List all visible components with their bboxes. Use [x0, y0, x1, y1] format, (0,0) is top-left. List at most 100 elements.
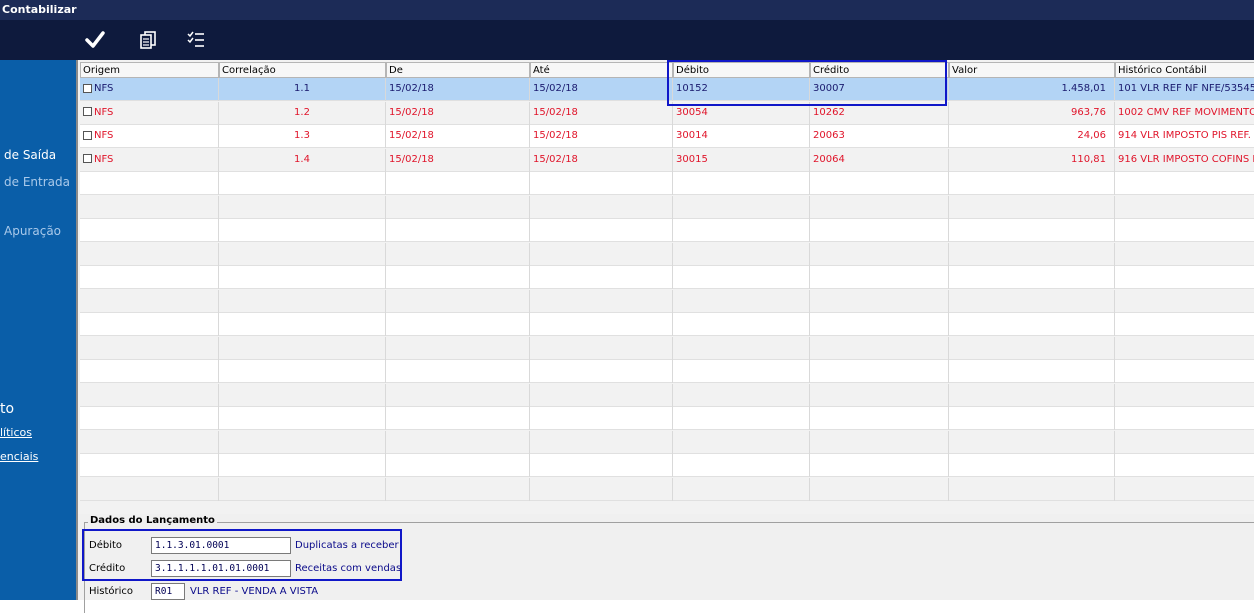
- col-header-correlacao[interactable]: Correlação: [219, 62, 386, 78]
- cell-origem: [80, 313, 219, 336]
- debito-account-input[interactable]: 1.1.3.01.0001: [151, 537, 291, 554]
- copy-button[interactable]: [134, 26, 162, 54]
- cell-historico: [1115, 172, 1254, 195]
- cell-de: 15/02/18: [386, 125, 530, 148]
- cell-de: [386, 477, 530, 501]
- cell-de: [386, 454, 530, 477]
- sidebar: de Saída de Entrada Apuração to líticos …: [0, 60, 76, 600]
- cell-de: [386, 172, 530, 195]
- historico-code-input[interactable]: R01: [151, 583, 185, 600]
- cell-correlacao: [219, 336, 386, 360]
- empty-table-row: [80, 477, 1254, 501]
- cell-origem: [80, 219, 219, 242]
- cell-historico: [1115, 337, 1254, 360]
- cell-debito: [673, 172, 810, 195]
- cell-historico: [1115, 243, 1254, 266]
- row-checkbox[interactable]: [83, 130, 92, 140]
- origem-text: NFS: [94, 83, 114, 94]
- cell-credito: [810, 195, 949, 219]
- row-checkbox[interactable]: [83, 154, 92, 163]
- cell-valor: [949, 172, 1115, 195]
- table-row[interactable]: NFS 1.2 15/02/18 15/02/18 30054 10262 963,76 10…: [80, 101, 1254, 125]
- cell-credito: [810, 360, 949, 383]
- cell-de: [386, 336, 530, 360]
- cell-historico: [1115, 454, 1254, 477]
- table-row[interactable]: NFS 1.4 15/02/18 15/02/18 30015 20064 110,81 91…: [80, 148, 1254, 172]
- window-title: Contabilizar: [0, 0, 1254, 20]
- cell-historico: 101 VLR REF NF NFE/53545: [1115, 78, 1254, 101]
- cell-origem: [80, 336, 219, 360]
- col-header-ate[interactable]: Até: [530, 62, 673, 78]
- row-checkbox[interactable]: [83, 83, 92, 93]
- empty-table-row: [80, 454, 1254, 477]
- credito-label: Crédito: [89, 563, 126, 574]
- cell-de: [386, 430, 530, 454]
- cell-credito: [810, 219, 949, 242]
- grid-body: NFS 1.1 15/02/18 15/02/18 10152 30007 1.458,01…: [80, 78, 1254, 514]
- cell-ate: [530, 383, 673, 407]
- col-header-historico[interactable]: Histórico Contábil: [1115, 62, 1254, 78]
- cell-correlacao: 1.3: [219, 125, 386, 148]
- cell-valor: [949, 195, 1115, 219]
- cell-ate: [530, 242, 673, 266]
- confirm-button[interactable]: [81, 26, 109, 54]
- cell-de: 15/02/18: [386, 101, 530, 125]
- cell-origem: NFS: [80, 101, 219, 125]
- cell-credito: [810, 266, 949, 289]
- cell-debito: 10152: [673, 78, 810, 101]
- checklist-button[interactable]: [182, 26, 210, 54]
- sidebar-link-analiticos[interactable]: líticos: [0, 426, 32, 439]
- sidebar-item-apuracao[interactable]: Apuração: [4, 224, 61, 238]
- cell-de: [386, 266, 530, 289]
- cell-ate: 15/02/18: [530, 101, 673, 125]
- origem-text: NFS: [94, 106, 114, 118]
- cell-historico: [1115, 196, 1254, 219]
- col-header-credito[interactable]: Crédito: [810, 62, 949, 78]
- cell-historico: [1115, 407, 1254, 430]
- debito-account-description: Duplicatas a receber: [295, 540, 399, 551]
- cell-debito: 30014: [673, 125, 810, 148]
- debito-label: Débito: [89, 540, 123, 551]
- cell-credito: [810, 242, 949, 266]
- cell-correlacao: [219, 454, 386, 477]
- sidebar-link-gerenciais[interactable]: enciais: [0, 450, 38, 463]
- col-header-de[interactable]: De: [386, 62, 530, 78]
- cell-de: 15/02/18: [386, 78, 530, 101]
- cell-correlacao: [219, 477, 386, 501]
- historico-description: VLR REF - VENDA A VISTA: [190, 586, 319, 597]
- col-header-debito[interactable]: Débito: [673, 62, 810, 78]
- cell-credito: [810, 454, 949, 477]
- cell-historico: [1115, 360, 1254, 383]
- sidebar-item-saida[interactable]: de Saída: [4, 148, 56, 162]
- row-checkbox[interactable]: [83, 107, 92, 116]
- cell-ate: [530, 477, 673, 501]
- credito-account-input[interactable]: 3.1.1.1.1.01.01.0001: [151, 560, 291, 577]
- table-row[interactable]: NFS 1.3 15/02/18 15/02/18 30014 20063 24,06 914…: [80, 125, 1254, 148]
- cell-credito: 20063: [810, 125, 949, 148]
- sidebar-item-entrada[interactable]: de Entrada: [4, 175, 70, 189]
- cell-origem: NFS: [80, 78, 219, 101]
- col-header-valor[interactable]: Valor: [949, 62, 1115, 78]
- cell-credito: 10262: [810, 101, 949, 125]
- cell-historico: [1115, 313, 1254, 336]
- cell-credito: [810, 336, 949, 360]
- cell-correlacao: 1.2: [219, 101, 386, 125]
- cell-debito: [673, 242, 810, 266]
- empty-table-row: [80, 383, 1254, 407]
- cell-ate: [530, 360, 673, 383]
- empty-table-row: [80, 407, 1254, 430]
- cell-origem: [80, 360, 219, 383]
- cell-origem: [80, 430, 219, 454]
- empty-table-row: [80, 219, 1254, 242]
- cell-credito: 30007: [810, 78, 949, 101]
- table-row[interactable]: NFS 1.1 15/02/18 15/02/18 10152 30007 1.458,01…: [80, 78, 1254, 101]
- cell-credito: [810, 172, 949, 195]
- cell-ate: 15/02/18: [530, 78, 673, 101]
- cell-correlacao: [219, 360, 386, 383]
- empty-table-row: [80, 266, 1254, 289]
- cell-valor: [949, 477, 1115, 501]
- cell-debito: [673, 430, 810, 454]
- empty-table-row: [80, 360, 1254, 383]
- col-header-origem[interactable]: Origem: [80, 62, 219, 78]
- empty-table-row: [80, 172, 1254, 195]
